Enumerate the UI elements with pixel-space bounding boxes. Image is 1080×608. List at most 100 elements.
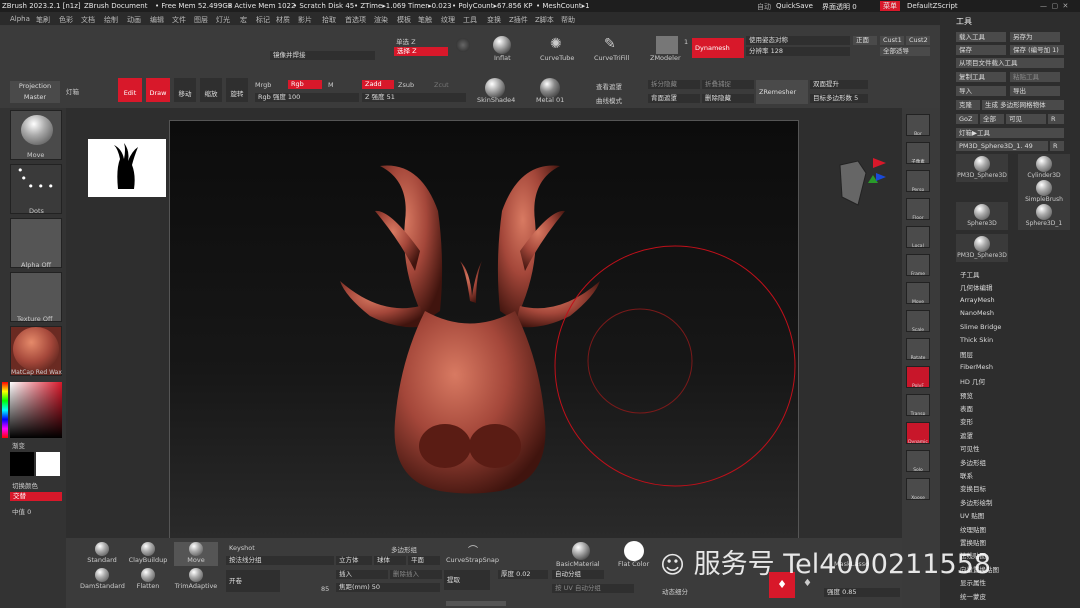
view-polyf-button[interactable]: PolyF [906, 366, 930, 388]
plane-button[interactable]: 平面 [408, 556, 440, 565]
delete-insert-button[interactable]: 删除插入 [390, 570, 442, 579]
menu-3[interactable]: 文档 [81, 15, 95, 25]
zadd-button[interactable]: Zadd [362, 80, 394, 89]
double-poly-button[interactable]: 双面提升 [810, 80, 868, 89]
tool-submenu-item[interactable]: 多边形绘制 [960, 497, 993, 507]
hue-slider[interactable] [2, 382, 8, 438]
skinshade-material-icon[interactable] [485, 78, 505, 98]
save-increment-button[interactable]: 保存 (编号加 1) [1010, 45, 1064, 55]
window-controls[interactable]: — ▢ ✕ [1040, 2, 1068, 10]
save-button[interactable]: 保存 [956, 45, 1006, 55]
tool-submenu-item[interactable]: 图层 [960, 349, 973, 359]
quicksave-button[interactable]: QuickSave [776, 2, 813, 10]
view-rotate-button[interactable]: Rotate [906, 338, 930, 360]
brush-flatten[interactable]: Flatten [126, 568, 170, 592]
view-bpr-button[interactable]: Bpr [906, 114, 930, 136]
curvestrap-icon[interactable]: ⌒ [468, 542, 478, 557]
uv-auto-group-button[interactable]: 按 UV 自动分组 [552, 584, 634, 593]
thickness-slider[interactable]: 厚度 0.02 [498, 570, 548, 579]
menu-7[interactable]: 文件 [172, 15, 186, 25]
secondary-color-swatch[interactable] [36, 452, 60, 476]
auto-group-button[interactable]: 自动分组 [552, 570, 604, 579]
menu-6[interactable]: 编辑 [150, 15, 164, 25]
intensity-slider[interactable]: 强度 0.85 [824, 588, 900, 597]
menu-19[interactable]: 纹理 [441, 15, 455, 25]
delete-hidden-button[interactable]: 删除隐藏 [702, 94, 754, 103]
alpha-tile[interactable]: Alpha Off [10, 218, 62, 269]
make-polymesh-button[interactable]: 生成 多边形网格物体 [982, 100, 1064, 110]
cust1-button[interactable]: Cust1 [880, 36, 904, 45]
goz-button[interactable]: GoZ [956, 114, 978, 124]
view-solo-button[interactable]: Solo [906, 450, 930, 472]
view-local-button[interactable]: Local [906, 226, 930, 248]
curvetube-icon[interactable]: ✺ [550, 36, 562, 52]
view-persp-button[interactable]: Persp [906, 170, 930, 192]
tool-thumb[interactable]: PM3D_Sphere3D [956, 154, 1008, 182]
mid-value-slider[interactable]: 中值 0 [12, 506, 31, 516]
draw-button[interactable]: Draw [146, 78, 170, 102]
brush-trimadaptive[interactable]: TrimAdaptive [174, 568, 218, 592]
menu-13[interactable]: 影片 [298, 15, 312, 25]
gradient-button[interactable]: 渐变 [12, 440, 25, 450]
scale-mode-button[interactable]: 缩放 [200, 78, 222, 102]
view-floor-button[interactable]: Floor [906, 198, 930, 220]
brush-move[interactable]: Move [174, 542, 218, 566]
load-project-button[interactable]: 从项目文件载入工具 [956, 58, 1064, 68]
menu-20[interactable]: 工具 [463, 15, 477, 25]
view-move-button[interactable]: Move [906, 282, 930, 304]
focal-length-slider[interactable]: 焦距(mm) 50 [336, 583, 440, 592]
curvetrifill-icon[interactable]: ✎ [604, 36, 616, 52]
z-strength-slider[interactable]: Z 强度 51 [362, 93, 466, 102]
menu-24[interactable]: 帮助 [561, 15, 575, 25]
view-mask-button[interactable]: 查看遮罩 [596, 81, 622, 91]
rotate-mode-button[interactable]: 旋转 [226, 78, 248, 102]
tool-submenu-item[interactable]: 统一蒙皮 [960, 591, 986, 601]
current-tool-slider[interactable]: PM3D_Sphere3D_1. 49 [956, 141, 1048, 151]
view-frame-button[interactable]: Frame [906, 254, 930, 276]
tool-submenu-item[interactable]: 表面 [960, 403, 973, 413]
export-button[interactable]: 导出 [1010, 86, 1060, 96]
curve-mode-button[interactable]: 曲线模式 [596, 95, 622, 105]
back-mask-button[interactable]: 背面遮罩 [648, 94, 700, 103]
menu-9[interactable]: 灯光 [216, 15, 230, 25]
material-tile[interactable]: MatCap Red Wax [10, 326, 62, 376]
save-as-button[interactable]: 另存为 [1010, 32, 1060, 42]
tool-thumb[interactable]: Sphere3D_1 [1018, 202, 1070, 230]
alternate-button[interactable]: 交替 [10, 492, 62, 501]
tool-submenu-item[interactable]: 几何体编辑 [960, 282, 993, 292]
tool-submenu-item[interactable]: HD 几何 [960, 376, 985, 386]
current-tool-r-button[interactable]: R [1050, 141, 1064, 151]
projection-master-button[interactable]: Projection Master [10, 81, 60, 103]
zmodeler-icon[interactable] [656, 36, 678, 54]
view-dynamic-button[interactable]: Dynamic [906, 422, 930, 444]
m-button[interactable]: M [328, 81, 334, 89]
cust2-button[interactable]: Cust2 [906, 36, 930, 45]
tool-submenu-item[interactable]: NanoMesh [960, 309, 994, 317]
tool-submenu-item[interactable]: 子工具 [960, 269, 980, 279]
edit-button[interactable]: Edit [118, 78, 142, 102]
brush-claybuildup[interactable]: ClayBuildup [126, 542, 170, 566]
goz-r-button[interactable]: R [1048, 114, 1064, 124]
view-scale-button[interactable]: Scale [906, 310, 930, 332]
dynamesh-button[interactable]: Dynamesh [692, 38, 744, 58]
color-picker[interactable] [10, 382, 62, 438]
all-weld-button[interactable]: 全部适导 [880, 47, 930, 56]
resolution-slider[interactable]: 分辨率 128 [746, 47, 850, 56]
copy-tool-button[interactable]: 复制工具 [956, 72, 1006, 82]
transparency-slider[interactable]: 界面透明 0 [822, 2, 857, 12]
cube-button[interactable]: 立方体 [336, 556, 372, 565]
bottom-collapse-handle[interactable] [446, 601, 506, 606]
view-transp-button[interactable]: Transp [906, 394, 930, 416]
menu-18[interactable]: 笔触 [418, 15, 432, 25]
menu-0[interactable]: Alpha [10, 15, 30, 23]
tool-submenu-item[interactable]: 可见性 [960, 443, 980, 453]
tool-submenu-item[interactable]: 多边形组 [960, 457, 986, 467]
toggle-icon[interactable] [456, 38, 470, 52]
tool-thumb[interactable]: Sphere3D [956, 202, 1008, 230]
menu-1[interactable]: 笔刷 [36, 15, 50, 25]
load-tool-button[interactable]: 载入工具 [956, 32, 1006, 42]
basic-material-icon[interactable] [572, 542, 590, 560]
switch-color-button[interactable]: 切换颜色 [12, 480, 38, 490]
menu-11[interactable]: 标记 [256, 15, 270, 25]
primary-color-swatch[interactable] [10, 452, 34, 476]
